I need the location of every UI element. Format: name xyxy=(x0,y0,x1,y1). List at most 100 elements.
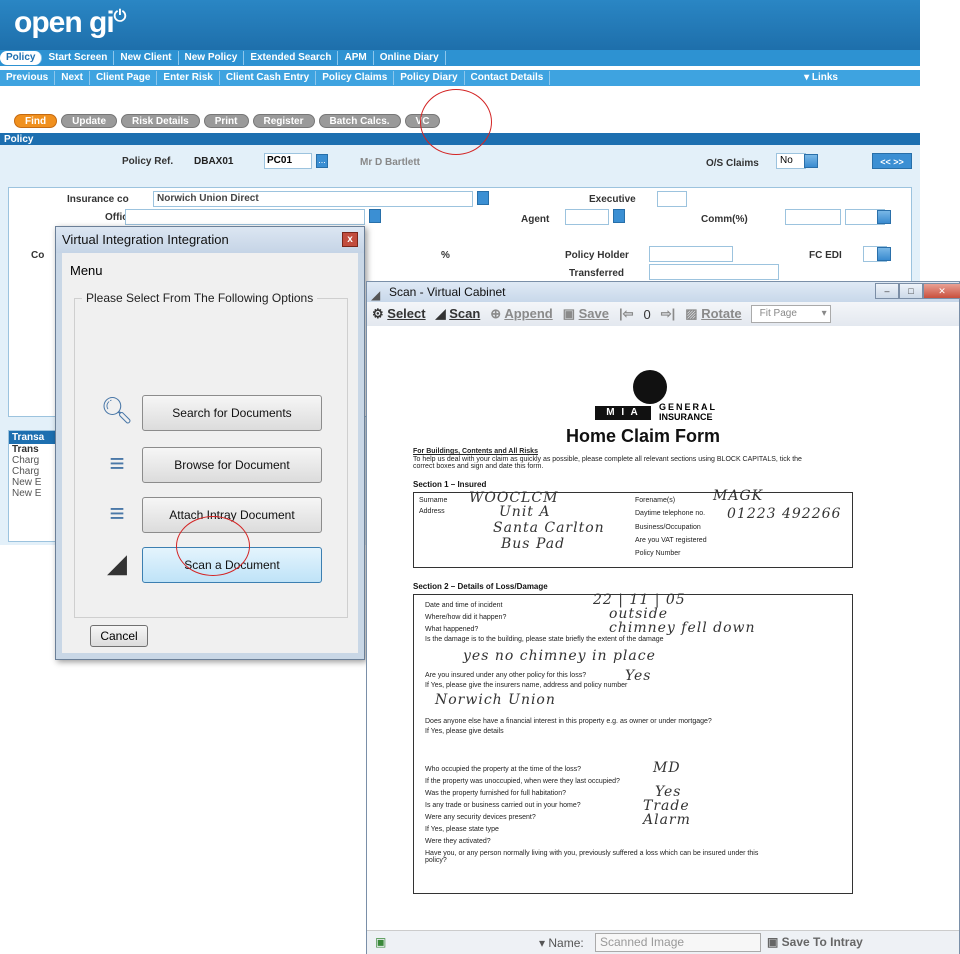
secondary-tab-bar: Previous Next Client Page Enter Risk Client … xyxy=(0,70,920,86)
surname-label: Surname xyxy=(419,497,448,504)
secondary-tab[interactable]: Next xyxy=(55,71,90,85)
action-button[interactable]: Update xyxy=(61,114,118,128)
insurance-co-lookup[interactable] xyxy=(477,191,489,205)
menu[interactable]: Menu xyxy=(70,263,103,278)
q-financial: Does anyone else have a financial intere… xyxy=(425,718,712,725)
search-documents-button[interactable]: Search for Documents xyxy=(142,395,322,431)
secondary-tab[interactable]: Enter Risk xyxy=(157,71,220,85)
policy-code-field[interactable]: PC01 xyxy=(264,153,312,169)
close-icon[interactable]: x xyxy=(342,232,358,247)
comm-label: Comm(%) xyxy=(701,214,748,225)
brand-general: GENERAL xyxy=(659,402,718,412)
record-nav-buttons[interactable]: << >> xyxy=(872,153,912,169)
q-date: Date and time of incident xyxy=(425,602,503,609)
image-name-input[interactable]: Scanned Image xyxy=(595,933,761,952)
primary-tab[interactable]: Policy xyxy=(0,51,43,65)
maximize-icon[interactable]: □ xyxy=(899,283,923,299)
minimize-icon[interactable]: – xyxy=(875,283,899,299)
percent-label: % xyxy=(441,250,450,261)
zoom-select[interactable]: Fit Page ▾ xyxy=(750,305,831,323)
executive-label: Executive xyxy=(589,194,636,205)
append-button[interactable]: ⊕ Append xyxy=(485,306,557,322)
handwritten-security: Alarm xyxy=(643,812,691,828)
primary-tab[interactable]: New Client xyxy=(114,51,179,65)
fc-edi-label: FC EDI xyxy=(809,250,842,261)
comm-field[interactable] xyxy=(785,209,841,225)
open-gi-logo: open gi⏻ xyxy=(14,6,126,39)
name-label: ▾ Name: xyxy=(539,936,584,950)
primary-tab[interactable]: APM xyxy=(338,51,374,65)
handwritten-address-1: Unit A xyxy=(499,504,551,520)
q-type: If Yes, please state type xyxy=(425,826,499,833)
action-button[interactable]: Find xyxy=(14,114,58,128)
agent-lookup[interactable] xyxy=(613,209,625,223)
section-1-heading: Section 1 – Insured xyxy=(413,480,487,489)
cancel-button[interactable]: Cancel xyxy=(90,625,148,647)
scan-button[interactable]: ◢ Scan xyxy=(431,306,486,322)
secondary-tab[interactable]: Client Cash Entry xyxy=(219,71,317,85)
address-label: Address xyxy=(419,508,445,515)
executive-field[interactable] xyxy=(657,191,687,207)
primary-tab[interactable]: Start Screen xyxy=(42,51,115,65)
handwritten-address-2: Santa Carlton xyxy=(493,520,605,536)
agent-label: Agent xyxy=(521,214,550,225)
office-field[interactable] xyxy=(125,209,365,225)
stack-icon: ≡ xyxy=(109,448,125,478)
handwritten-forename: MAGK xyxy=(713,488,764,504)
prev-page-icon[interactable]: |⇦ xyxy=(614,306,639,322)
action-button[interactable]: Register xyxy=(252,114,315,128)
section-2-heading: Section 2 – Details of Loss/Damage xyxy=(413,582,548,591)
q-occupied: Who occupied the property at the time of… xyxy=(425,766,582,773)
close-icon[interactable]: ✕ xyxy=(923,283,960,299)
dialog-body: Menu Please Select From The Following Op… xyxy=(62,253,358,653)
secondary-tab[interactable]: Policy Diary xyxy=(394,71,465,85)
os-claims-select[interactable]: No xyxy=(776,153,806,169)
annotation-circle-scan xyxy=(176,516,250,576)
q-trade: Is any trade or business carried out in … xyxy=(425,802,581,809)
policy-holder-field[interactable] xyxy=(649,246,733,262)
fc-edi-dropdown-icon[interactable] xyxy=(877,247,891,261)
select-button[interactable]: ⚙ Select xyxy=(367,306,431,322)
scan-window: ◢ Scan - Virtual Cabinet – □ ✕ ⚙ Select … xyxy=(366,281,960,954)
agent-field[interactable] xyxy=(565,209,609,225)
secondary-tab[interactable]: Contact Details xyxy=(464,71,551,85)
secondary-tab[interactable]: Client Page xyxy=(89,71,158,85)
mia-mark: M I A xyxy=(595,406,651,420)
links-menu[interactable]: ▾ Links xyxy=(804,70,838,86)
primary-tab[interactable]: New Policy xyxy=(179,51,245,65)
refresh-icon[interactable]: ▣ xyxy=(375,935,386,949)
primary-tab[interactable]: Online Diary xyxy=(374,51,446,65)
form-intro: To help us deal with your claim as quick… xyxy=(413,456,802,470)
save-button[interactable]: ▣ Save xyxy=(558,306,614,322)
transferred-label: Transferred xyxy=(569,268,625,279)
action-button[interactable]: Risk Details xyxy=(121,114,200,128)
transferred-field[interactable] xyxy=(649,264,779,280)
insurance-co-label: Insurance co xyxy=(67,194,129,205)
action-button[interactable]: Batch Calcs. xyxy=(318,114,401,128)
daytime-label: Daytime telephone no. xyxy=(635,510,706,517)
form-subtitle: For Buildings, Contents and All Risks xyxy=(413,448,538,455)
policy-lookup-button[interactable]: ... xyxy=(316,154,328,168)
dialog-title: Virtual Integration Integration xyxy=(56,227,364,253)
action-button[interactable]: Print xyxy=(203,114,249,128)
virtual-integration-dialog: Virtual Integration Integration x Menu P… xyxy=(55,226,365,660)
browse-document-button[interactable]: Browse for Document xyxy=(142,447,322,483)
os-claims-dropdown-icon[interactable] xyxy=(804,154,818,168)
comm-dropdown-icon[interactable] xyxy=(877,210,891,224)
next-page-icon[interactable]: ⇨| xyxy=(656,306,681,322)
app-banner: open gi⏻ xyxy=(0,0,920,50)
scanner-icon: ◢ xyxy=(107,548,127,578)
office-lookup[interactable] xyxy=(369,209,381,223)
secondary-tab[interactable]: Previous xyxy=(0,71,56,85)
os-claims-label: O/S Claims xyxy=(706,158,759,169)
q-damage: Is the damage is to the building, please… xyxy=(425,636,664,643)
page-number: 0 xyxy=(643,306,651,322)
insurance-co-field[interactable]: Norwich Union Direct xyxy=(153,191,473,207)
policy-number-label: Policy Number xyxy=(635,550,681,557)
primary-tab[interactable]: Extended Search xyxy=(244,51,339,65)
q-what: What happened? xyxy=(425,626,479,633)
secondary-tab[interactable]: Policy Claims xyxy=(316,71,395,85)
save-to-intray-button[interactable]: ▣ Save To Intray xyxy=(767,935,863,949)
rotate-button[interactable]: ▨ Rotate xyxy=(680,306,746,322)
action-toolbar: Find Update Risk Details Print Register Batch… xyxy=(14,114,441,128)
